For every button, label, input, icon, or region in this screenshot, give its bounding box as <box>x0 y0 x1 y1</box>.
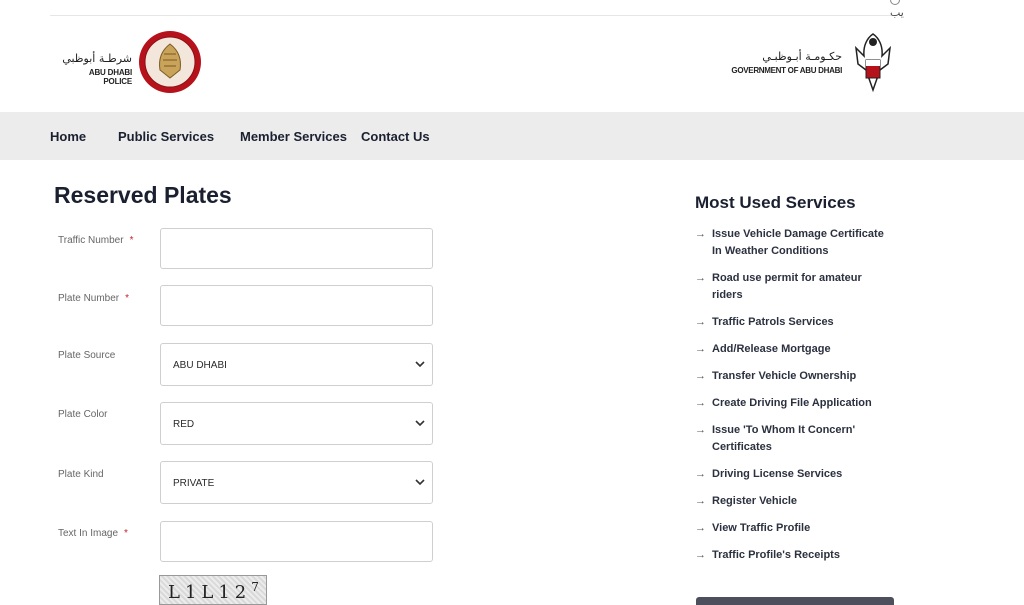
site-header: شرطـة أبوظبي ABU DHABI POLICE حكـومـة أب… <box>0 16 1024 112</box>
arrow-right-icon: → <box>695 343 706 355</box>
captcha-input[interactable] <box>160 521 433 562</box>
plate-source-select[interactable]: ABU DHABI <box>160 343 433 386</box>
arrow-right-icon: → <box>695 495 706 507</box>
nav-public-services[interactable]: Public Services <box>118 129 214 144</box>
arrow-right-icon: → <box>695 316 706 328</box>
page-title: Reserved Plates <box>54 182 232 208</box>
arrow-right-icon: → <box>695 468 706 480</box>
service-link-transfer-ownership[interactable]: → Transfer Vehicle Ownership <box>695 368 895 385</box>
nav-contact-us[interactable]: Contact Us <box>361 129 430 144</box>
service-link-mortgage[interactable]: → Add/Release Mortgage <box>695 341 895 358</box>
nav-home[interactable]: Home <box>50 129 86 144</box>
police-name-english: ABU DHABI POLICE <box>88 68 132 86</box>
service-link-to-whom-certificate[interactable]: → Issue 'To Whom It Concern' Certificates <box>695 422 895 456</box>
arrow-right-icon: → <box>695 522 706 534</box>
plate-source-value: ABU DHABI <box>173 360 227 371</box>
captcha-text: L1L127 <box>168 580 264 603</box>
plate-kind-select[interactable]: PRIVATE <box>160 461 433 504</box>
required-marker: * <box>129 235 134 246</box>
government-name-arabic: حكـومـة أبـوظبـي <box>762 50 842 63</box>
service-link-road-use-permit[interactable]: → Road use permit for amateur riders <box>695 270 895 304</box>
plate-number-input[interactable] <box>160 285 433 326</box>
arrow-right-icon: → <box>695 370 706 382</box>
police-name-arabic: شرطـة أبوظبي <box>62 52 132 65</box>
globe-icon <box>890 0 900 6</box>
service-link-register-vehicle[interactable]: → Register Vehicle <box>695 493 895 510</box>
chevron-down-icon <box>415 420 425 427</box>
falcon-emblem-icon <box>854 33 892 93</box>
government-of-abu-dhabi-logo[interactable]: حكـومـة أبـوظبـي GOVERNMENT OF ABU DHABI <box>728 28 898 98</box>
plate-color-label: Plate Color <box>58 409 108 420</box>
text-in-image-label: Text In Image * <box>58 528 128 539</box>
service-link-traffic-profile[interactable]: → View Traffic Profile <box>695 520 895 537</box>
chevron-down-icon <box>415 361 425 368</box>
main-navigation: Home Public Services Member Services Con… <box>0 112 1024 160</box>
plate-color-select[interactable]: RED <box>160 402 433 445</box>
police-seal-icon <box>139 31 201 93</box>
most-used-services-list: → Issue Vehicle Damage Certificate In Wea… <box>695 226 895 574</box>
government-name-english: GOVERNMENT OF ABU DHABI <box>731 66 842 75</box>
service-link-vehicle-damage-certificate[interactable]: → Issue Vehicle Damage Certificate In Wea… <box>695 226 895 260</box>
most-used-services-title: Most Used Services <box>695 193 856 212</box>
arrow-right-icon: → <box>695 397 706 409</box>
captcha-image: L1L127 <box>159 575 267 605</box>
top-bar: يب <box>50 0 904 19</box>
required-marker: * <box>125 293 130 304</box>
service-link-profile-receipts[interactable]: → Traffic Profile's Receipts <box>695 547 895 564</box>
arrow-right-icon: → <box>695 228 706 240</box>
plate-source-label: Plate Source <box>58 350 116 361</box>
plate-kind-label: Plate Kind <box>58 469 104 480</box>
arrow-right-icon: → <box>695 272 706 284</box>
abu-dhabi-police-logo[interactable]: شرطـة أبوظبي ABU DHABI POLICE <box>60 30 202 96</box>
service-link-traffic-patrols[interactable]: → Traffic Patrols Services <box>695 314 895 331</box>
plate-number-label: Plate Number * <box>58 293 130 304</box>
traffic-number-input[interactable] <box>160 228 433 269</box>
traffic-number-label: Traffic Number * <box>58 235 134 246</box>
plate-kind-value: PRIVATE <box>173 478 215 489</box>
sidebar-action-button[interactable] <box>696 597 894 605</box>
chevron-down-icon <box>415 479 425 486</box>
arrow-right-icon: → <box>695 424 706 436</box>
nav-member-services[interactable]: Member Services <box>240 129 347 144</box>
required-marker: * <box>124 528 128 539</box>
service-link-driving-license[interactable]: → Driving License Services <box>695 466 895 483</box>
arrow-right-icon: → <box>695 549 706 561</box>
plate-color-value: RED <box>173 419 195 430</box>
service-link-driving-file[interactable]: → Create Driving File Application <box>695 395 895 412</box>
